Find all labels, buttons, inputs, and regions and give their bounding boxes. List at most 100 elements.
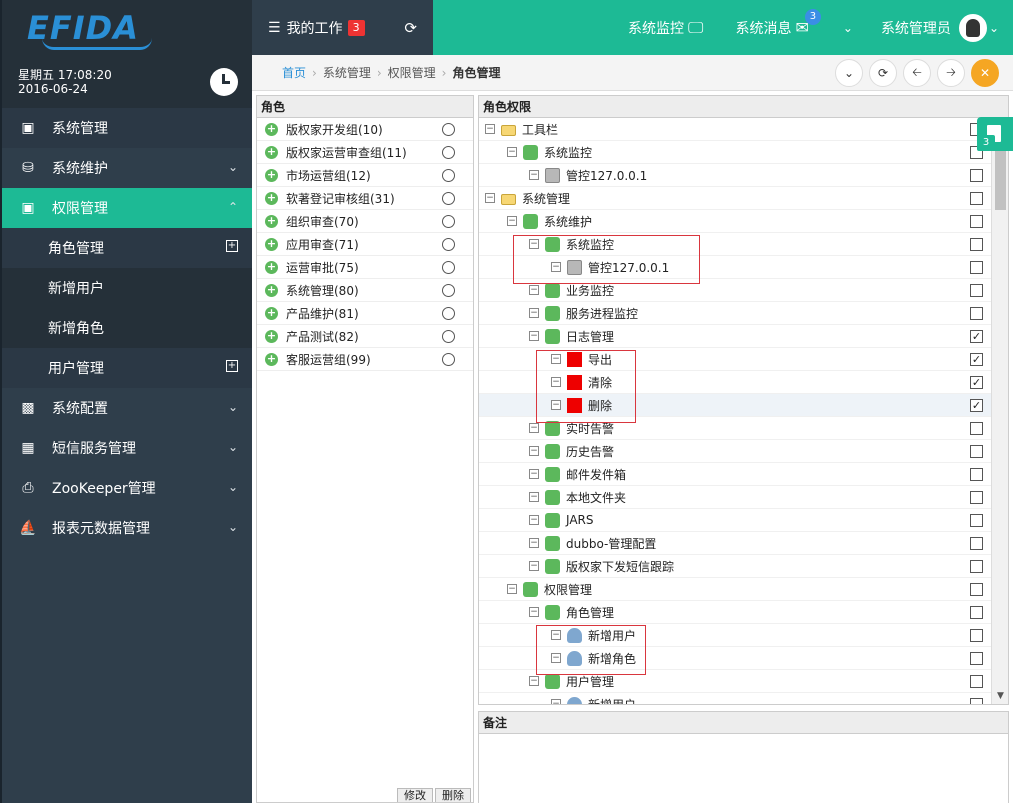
role-row[interactable]: + 组织审查(70) (257, 210, 473, 233)
collapse-toggle-icon[interactable]: − (529, 561, 539, 571)
sidebar-subitem-role-management[interactable]: 角色管理 + (2, 228, 252, 268)
my-work-button[interactable]: ☰ 我的工作 3 ⟳ (252, 0, 433, 55)
scrollbar-thumb[interactable] (995, 150, 1006, 210)
tree-node[interactable]: − JARS (479, 509, 991, 532)
collapse-toggle-icon[interactable]: − (551, 699, 561, 704)
role-row[interactable]: + 应用审查(71) (257, 233, 473, 256)
collapse-toggle-icon[interactable]: − (485, 193, 495, 203)
tree-node[interactable]: − 删除 ✓ (479, 394, 991, 417)
permission-checkbox[interactable] (970, 491, 983, 504)
collapse-toggle-icon[interactable]: − (529, 446, 539, 456)
tree-node[interactable]: − 系统管理 (479, 187, 991, 210)
permission-checkbox[interactable] (970, 238, 983, 251)
edit-role-button[interactable]: 修改 (397, 788, 433, 802)
back-button[interactable]: 🡠 (903, 59, 931, 87)
collapse-toggle-icon[interactable]: − (529, 469, 539, 479)
tree-node[interactable]: − 管控127.0.0.1 (479, 256, 991, 279)
refresh-icon[interactable]: ⟳ (404, 19, 417, 37)
permission-checkbox[interactable]: ✓ (970, 353, 983, 366)
collapse-toggle-icon[interactable]: − (529, 492, 539, 502)
tree-node[interactable]: − 新增用户 (479, 624, 991, 647)
vertical-scrollbar[interactable]: ▲ ▼ (991, 118, 1008, 704)
role-radio[interactable] (442, 146, 455, 159)
collapse-toggle-icon[interactable]: − (529, 607, 539, 617)
tree-node[interactable]: − 本地文件夹 (479, 486, 991, 509)
permission-checkbox[interactable] (970, 169, 983, 182)
role-radio[interactable] (442, 307, 455, 320)
role-row[interactable]: + 版权家开发组(10) (257, 118, 473, 141)
floating-tab[interactable]: 3 (977, 117, 1013, 151)
permission-checkbox[interactable] (970, 606, 983, 619)
role-radio[interactable] (442, 123, 455, 136)
forward-button[interactable]: 🡢 (937, 59, 965, 87)
collapse-toggle-icon[interactable]: − (529, 331, 539, 341)
permission-checkbox[interactable] (970, 261, 983, 274)
sidebar-item-permission-management[interactable]: ▣ 权限管理 ⌃ (2, 188, 252, 228)
permission-checkbox[interactable] (970, 560, 983, 573)
collapse-toggle-icon[interactable]: − (529, 285, 539, 295)
role-radio[interactable] (442, 215, 455, 228)
role-row[interactable]: + 软著登记审核组(31) (257, 187, 473, 210)
role-radio[interactable] (442, 284, 455, 297)
role-radio[interactable] (442, 192, 455, 205)
collapse-toggle-icon[interactable]: − (551, 262, 561, 272)
dropdown-button[interactable]: ⌄ (835, 59, 863, 87)
collapse-toggle-icon[interactable]: − (551, 377, 561, 387)
breadcrumb-home[interactable]: 首页 (282, 64, 306, 81)
sidebar-item-sms-service[interactable]: ▦ 短信服务管理 ⌄ (2, 428, 252, 468)
tree-node[interactable]: − 服务进程监控 (479, 302, 991, 325)
tree-node[interactable]: − 角色管理 (479, 601, 991, 624)
scroll-down-icon[interactable]: ▼ (992, 688, 1009, 704)
permission-checkbox[interactable] (970, 537, 983, 550)
permission-checkbox[interactable] (970, 422, 983, 435)
role-row[interactable]: + 版权家运营审查组(11) (257, 141, 473, 164)
messages-dropdown[interactable]: ⌄ (841, 21, 853, 35)
system-monitor-link[interactable]: 系统监控 🖵 (628, 18, 703, 38)
permission-checkbox[interactable] (970, 514, 983, 527)
breadcrumb-system-management[interactable]: 系统管理 (323, 64, 371, 81)
collapse-toggle-icon[interactable]: − (551, 630, 561, 640)
tree-node[interactable]: − 新增用户 (479, 693, 991, 704)
tree-node[interactable]: − 清除 ✓ (479, 371, 991, 394)
role-radio[interactable] (442, 330, 455, 343)
sidebar-item-zookeeper[interactable]: ⎙ ZooKeeper管理 ⌄ (2, 468, 252, 508)
permission-checkbox[interactable]: ✓ (970, 376, 983, 389)
permission-checkbox[interactable] (970, 192, 983, 205)
expand-plus-icon[interactable]: + (226, 360, 238, 372)
collapse-toggle-icon[interactable]: − (529, 308, 539, 318)
role-row[interactable]: + 产品维护(81) (257, 302, 473, 325)
tree-node[interactable]: − 日志管理 ✓ (479, 325, 991, 348)
sidebar-item-report-metadata[interactable]: ⛵ 报表元数据管理 ⌄ (2, 508, 252, 548)
role-radio[interactable] (442, 238, 455, 251)
role-radio[interactable] (442, 261, 455, 274)
sidebar-item-system-management[interactable]: ▣ 系统管理 (2, 108, 252, 148)
role-radio[interactable] (442, 169, 455, 182)
permission-checkbox[interactable] (970, 307, 983, 320)
tree-node[interactable]: − 历史告警 (479, 440, 991, 463)
collapse-toggle-icon[interactable]: − (551, 653, 561, 663)
permission-checkbox[interactable] (970, 215, 983, 228)
sidebar-item-system-maintenance[interactable]: ⛁ 系统维护 ⌄ (2, 148, 252, 188)
sidebar-subitem-add-role[interactable]: 新增角色 (2, 308, 252, 348)
permission-checkbox[interactable] (970, 698, 983, 704)
collapse-toggle-icon[interactable]: − (529, 676, 539, 686)
collapse-toggle-icon[interactable]: − (529, 170, 539, 180)
permission-checkbox[interactable]: ✓ (970, 330, 983, 343)
permission-checkbox[interactable] (970, 629, 983, 642)
reload-button[interactable]: ⟳ (869, 59, 897, 87)
permission-checkbox[interactable] (970, 284, 983, 297)
permission-checkbox[interactable] (970, 675, 983, 688)
tree-node[interactable]: − 邮件发件箱 (479, 463, 991, 486)
collapse-toggle-icon[interactable]: − (529, 239, 539, 249)
tree-node[interactable]: − 版权家下发短信跟踪 (479, 555, 991, 578)
collapse-toggle-icon[interactable]: − (529, 423, 539, 433)
sidebar-subitem-user-management[interactable]: 用户管理 + (2, 348, 252, 388)
collapse-toggle-icon[interactable]: − (529, 538, 539, 548)
permission-checkbox[interactable] (970, 468, 983, 481)
tree-node[interactable]: − 系统监控 (479, 233, 991, 256)
delete-role-button[interactable]: 删除 (435, 788, 471, 802)
permission-checkbox[interactable] (970, 445, 983, 458)
collapse-toggle-icon[interactable]: − (507, 216, 517, 226)
user-menu[interactable]: 系统管理员 ⌄ (881, 13, 999, 42)
system-messages-link[interactable]: 系统消息 ✉ 3 (735, 8, 821, 38)
